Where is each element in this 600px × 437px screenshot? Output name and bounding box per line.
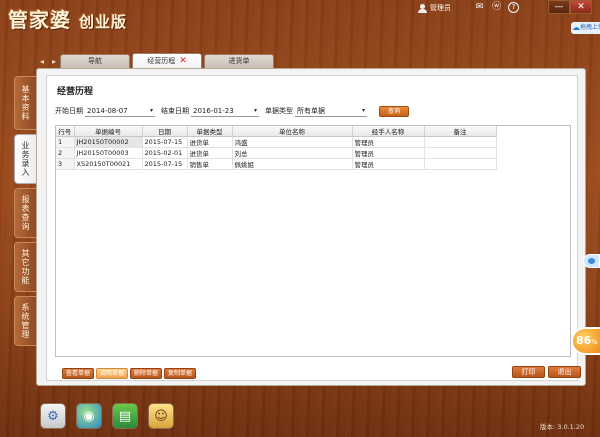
copy-doc-button[interactable]: 复制单据 (164, 368, 197, 379)
window-controls: — ✕ (548, 0, 592, 14)
tab-scroll-right-icon[interactable]: ▸ (48, 55, 60, 68)
filter-bar: 开始日期 2014-08-07 ▾ 结束日期 2016-01-23 ▾ 单据类型… (55, 104, 409, 118)
cell-date: 2015-02-01 (142, 147, 188, 159)
cell-doc-type: 进货单 (187, 147, 233, 159)
query-button[interactable]: 查询 (379, 105, 409, 117)
person-icon[interactable]: ☺ (148, 403, 174, 429)
side-tab-system-admin[interactable]: 系统管理 (14, 296, 36, 346)
tab-label: 进货单 (228, 57, 250, 65)
title-icons: ✉ ⓦ ? (474, 2, 519, 13)
cell-handler: 管理员 (352, 158, 425, 170)
tab-close-icon[interactable]: ✕ (179, 56, 187, 66)
dropdown-arrow-icon: ▾ (361, 107, 365, 114)
cell-doc-no: XS20150T00021 (74, 158, 143, 170)
col-header-unit-name[interactable]: 单位名称 (232, 126, 353, 137)
tab-label: 导航 (88, 57, 102, 65)
cell-doc-type: 销售单 (187, 158, 233, 170)
cell-remark (424, 136, 497, 148)
cell-row-no: 2 (56, 147, 75, 159)
delete-doc-button[interactable]: 删除单据 (130, 368, 163, 379)
performance-badge[interactable]: 86% (571, 327, 600, 355)
settings-icon[interactable]: ⚙ (40, 403, 66, 429)
tab-scroll-left-icon[interactable]: ◂ (36, 55, 48, 68)
start-date-label: 开始日期 (55, 107, 83, 115)
cell-handler: 管理员 (352, 136, 425, 148)
doc-type-select[interactable]: 所有单据 ▾ (295, 105, 367, 117)
cell-doc-type: 进货单 (187, 136, 233, 148)
cell-remark (424, 158, 497, 170)
globe-icon[interactable]: ◉ (76, 403, 102, 429)
col-header-doc-no[interactable]: 单据编号 (74, 126, 143, 137)
tab-navigation[interactable]: 导航 (60, 54, 130, 68)
side-tab-basic-data[interactable]: 基本资料 (14, 76, 36, 130)
badge-unit: % (591, 339, 598, 346)
dropdown-arrow-icon: ▾ (149, 107, 153, 114)
app-logo: 管家婆 创业版 (8, 4, 127, 33)
right-buttons: 打印 退出 (512, 366, 581, 378)
tab-label: 经营历程 (147, 56, 176, 65)
version-label: 版本: 3.0.1.20 (540, 423, 585, 431)
cell-unit-name: 刘总 (232, 147, 353, 159)
upload-widget[interactable]: 拖拽上传 (571, 22, 600, 34)
side-tab-other-functions[interactable]: 其它功能 (14, 242, 36, 292)
cell-remark (424, 147, 497, 159)
table-row[interactable]: 1 JH20150T00002 2015-07-15 进货单 鸿盛 管理员 (56, 136, 497, 148)
mail-icon[interactable]: ✉ (474, 2, 485, 13)
action-buttons: 查看单据 调用单据 删除单据 复制单据 (62, 368, 197, 379)
table-row[interactable]: 3 XS20150T00021 2015-07-15 销售单 佩姚姐 管理员 (56, 158, 497, 170)
call-doc-button[interactable]: 调用单据 (96, 368, 129, 379)
tab-purchase-order[interactable]: 进货单 (204, 54, 274, 68)
cell-row-no: 1 (56, 136, 75, 148)
user-icon (418, 3, 427, 13)
weibo-icon[interactable]: ⓦ (491, 2, 502, 13)
end-date-label: 结束日期 (161, 107, 189, 115)
app-title-main: 管家婆 (8, 8, 71, 32)
col-header-remark[interactable]: 备注 (424, 126, 497, 137)
start-date-value: 2014-08-07 (87, 107, 128, 115)
end-date-value: 2016-01-23 (193, 107, 234, 115)
cell-handler: 管理员 (352, 147, 425, 159)
table-header-row: 行号 单据编号 日期 单据类型 单位名称 经手人名称 备注 (56, 126, 497, 137)
cell-unit-name: 佩姚姐 (232, 158, 353, 170)
col-header-date[interactable]: 日期 (142, 126, 188, 137)
user-name: 管理员 (430, 4, 451, 12)
table-row[interactable]: 2 JH20150T00003 2015-02-01 进货单 刘总 管理员 (56, 147, 497, 159)
history-table: 行号 单据编号 日期 单据类型 单位名称 经手人名称 备注 1 JH20150T… (55, 125, 571, 357)
start-date-field[interactable]: 2014-08-07 ▾ (85, 105, 155, 117)
document-icon[interactable]: ▤ (112, 403, 138, 429)
page-title: 经营历程 (57, 87, 94, 97)
user-indicator[interactable]: 管理员 (418, 3, 451, 13)
view-doc-button[interactable]: 查看单据 (62, 368, 95, 379)
cell-unit-name: 鸿盛 (232, 136, 353, 148)
cell-row-no: 3 (56, 158, 75, 170)
app-title-sub: 创业版 (78, 13, 127, 31)
badge-value: 86 (576, 334, 592, 347)
content-inner: 经营历程 开始日期 2014-08-07 ▾ 结束日期 2016-01-23 ▾… (46, 75, 581, 381)
content-panel: 经营历程 开始日期 2014-08-07 ▾ 结束日期 2016-01-23 ▾… (36, 68, 586, 386)
col-header-handler[interactable]: 经手人名称 (352, 126, 425, 137)
print-button[interactable]: 打印 (512, 366, 545, 378)
close-window-button[interactable]: ✕ (570, 0, 592, 14)
dropdown-arrow-icon: ▾ (253, 107, 257, 114)
cell-doc-no: JH20150T00002 (74, 136, 143, 148)
cell-date: 2015-07-15 (142, 136, 188, 148)
side-tabs: 基本资料 业务录入 报表查询 其它功能 系统管理 (14, 76, 36, 350)
col-header-row-no[interactable]: 行号 (56, 126, 75, 137)
doc-type-label: 单据类型 (265, 107, 293, 115)
dock: ⚙ ◉ ▤ ☺ (40, 403, 174, 429)
title-bar: 管家婆 创业版 管理员 ✉ ⓦ ? — ✕ 拖拽上传 (0, 0, 600, 44)
assistant-icon[interactable] (583, 254, 600, 268)
cell-date: 2015-07-15 (142, 158, 188, 170)
help-icon[interactable]: ? (508, 2, 519, 13)
minimize-button[interactable]: — (548, 0, 570, 14)
tab-business-history[interactable]: 经营历程 ✕ (132, 53, 202, 68)
cell-doc-no: JH20150T00003 (74, 147, 143, 159)
tab-strip: ◂ ▸ 导航 经营历程 ✕ 进货单 (36, 52, 276, 68)
col-header-doc-type[interactable]: 单据类型 (187, 126, 233, 137)
side-tab-business-entry[interactable]: 业务录入 (14, 134, 36, 184)
exit-button[interactable]: 退出 (548, 366, 581, 378)
side-tab-reports[interactable]: 报表查询 (14, 188, 36, 238)
end-date-field[interactable]: 2016-01-23 ▾ (191, 105, 259, 117)
doc-type-value: 所有单据 (297, 107, 325, 115)
